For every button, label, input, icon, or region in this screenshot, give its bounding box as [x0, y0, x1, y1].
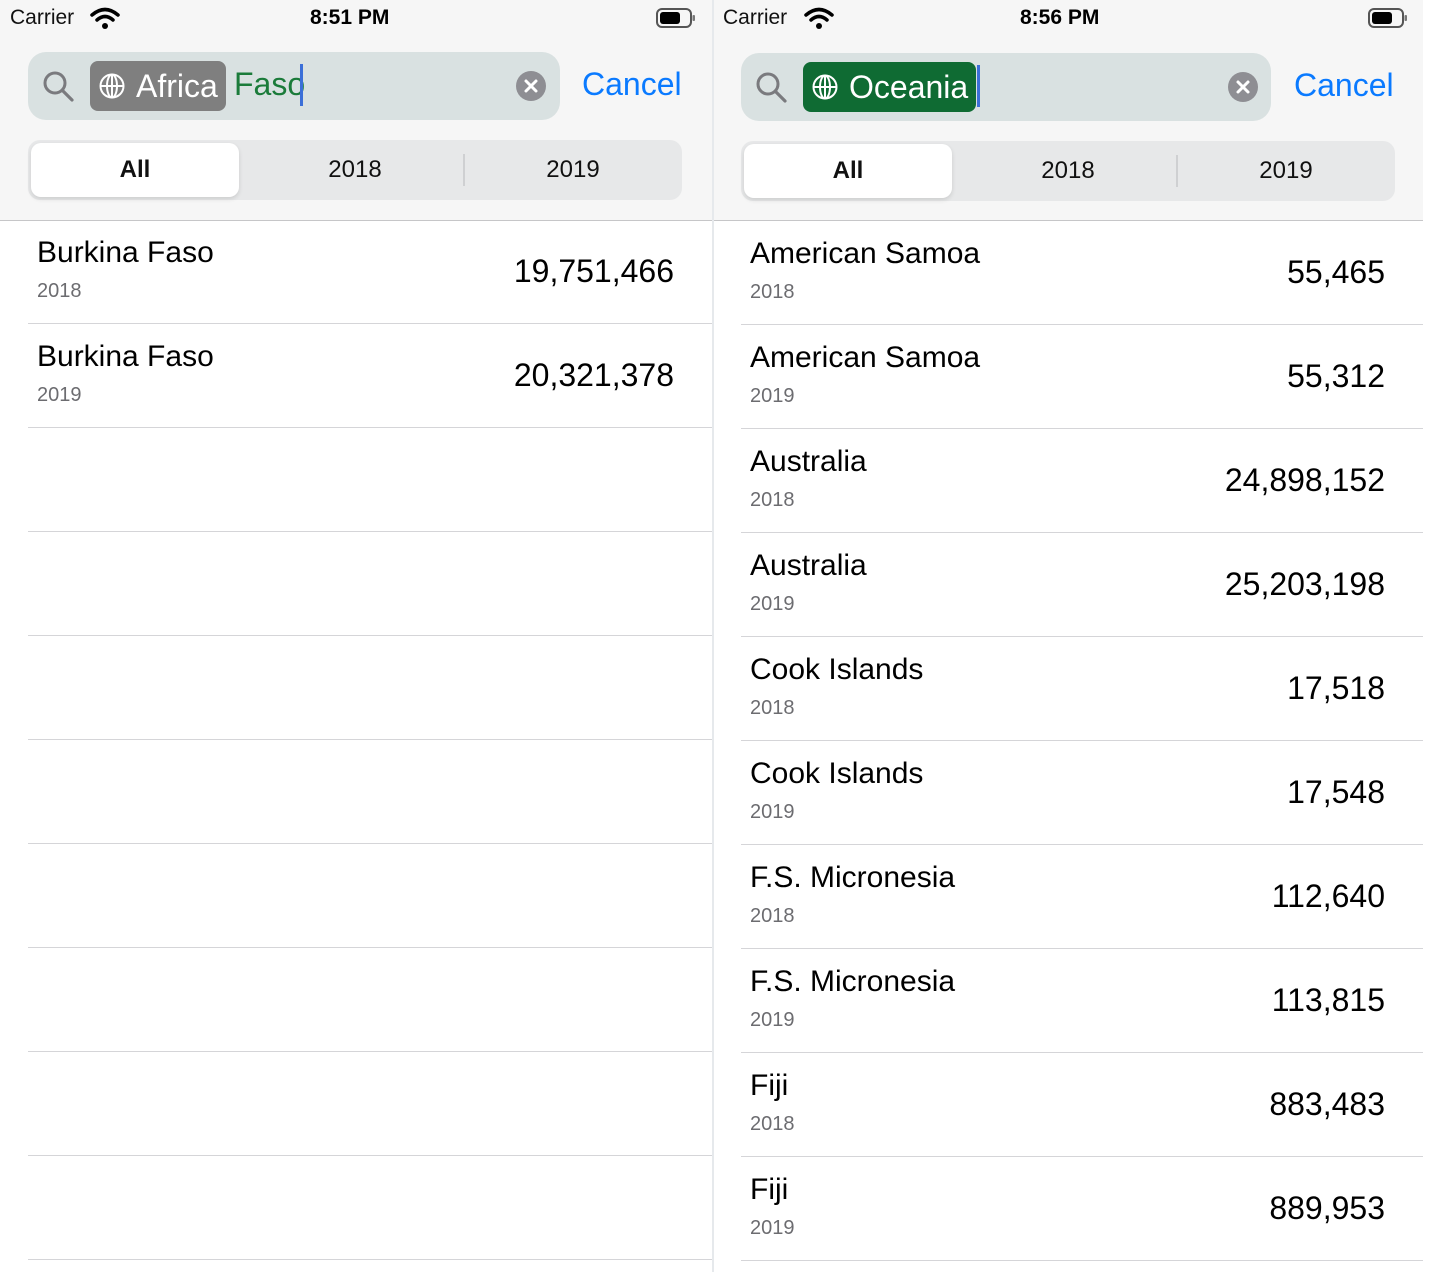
row-country: Fiji: [750, 1069, 789, 1102]
list-item[interactable]: Cook Islands 2018 17,518: [741, 637, 1423, 741]
list-item[interactable]: Burkina Faso 2018 19,751,466: [28, 220, 712, 324]
scope-option-2019[interactable]: 2019: [464, 140, 682, 200]
left-phone-screen: Carrier 8:51 PM Africa Faso Cancel All 2…: [0, 0, 712, 1272]
scope-option-all[interactable]: All: [31, 143, 239, 197]
search-token-africa[interactable]: Africa: [90, 61, 226, 111]
row-population: 17,548: [1287, 774, 1385, 810]
row-population: 20,321,378: [513, 357, 674, 393]
search-token-label: Africa: [136, 67, 218, 104]
row-population: 24,898,152: [1224, 462, 1385, 498]
row-population: 113,815: [1271, 982, 1385, 1018]
empty-row: [28, 948, 712, 1052]
page-margin: [1423, 0, 1437, 1272]
row-country: Australia: [750, 549, 867, 582]
search-field[interactable]: Oceania: [741, 53, 1271, 121]
row-year: 2018: [750, 905, 795, 927]
row-population: 55,312: [1287, 358, 1385, 394]
row-population: 25,203,198: [1224, 566, 1385, 602]
wifi-icon: [90, 7, 120, 29]
list-item[interactable]: Australia 2018 24,898,152: [741, 429, 1423, 533]
right-phone-screen: Carrier 8:56 PM Oceania Cancel All 2018 …: [714, 0, 1423, 1272]
row-year: 2019: [750, 385, 795, 407]
scope-segmented-control: All 2018 2019: [741, 141, 1395, 201]
row-year: 2018: [37, 280, 82, 302]
row-year: 2019: [750, 1217, 795, 1239]
list-item[interactable]: F.S. Micronesia 2019 113,815: [741, 949, 1423, 1053]
list-item[interactable]: Australia 2019 25,203,198: [741, 533, 1423, 637]
status-bar: Carrier 8:56 PM: [714, 0, 1423, 38]
battery-icon: [656, 8, 695, 28]
row-country: Australia: [750, 445, 867, 478]
scope-option-2018[interactable]: 2018: [246, 140, 464, 200]
row-year: 2019: [750, 1009, 795, 1031]
row-country: F.S. Micronesia: [750, 861, 956, 894]
row-population: 883,483: [1269, 1086, 1385, 1122]
row-year: 2018: [750, 1113, 795, 1135]
row-population: 889,953: [1269, 1190, 1385, 1226]
row-country: Cook Islands: [750, 653, 924, 686]
row-year: 2019: [750, 593, 795, 615]
list-item[interactable]: Fiji 2018 883,483: [741, 1053, 1423, 1157]
row-country: American Samoa: [750, 237, 981, 270]
empty-row: [28, 636, 712, 740]
row-population: 19,751,466: [513, 253, 674, 289]
row-population: 112,640: [1271, 878, 1385, 914]
row-country: Fiji: [750, 1173, 789, 1206]
results-list: Burkina Faso 2018 19,751,466 Burkina Fas…: [0, 220, 712, 1260]
scope-option-2019[interactable]: 2019: [1177, 141, 1395, 201]
cancel-button[interactable]: Cancel: [1294, 67, 1394, 104]
empty-row: [28, 428, 712, 532]
search-icon: [43, 71, 74, 102]
row-country: F.S. Micronesia: [750, 965, 956, 998]
wifi-icon: [804, 7, 834, 29]
empty-row: [28, 532, 712, 636]
row-year: 2018: [750, 489, 795, 511]
scope-option-2018[interactable]: 2018: [959, 141, 1177, 201]
list-item[interactable]: Fiji 2019 889,953: [741, 1157, 1423, 1261]
row-year: 2019: [37, 384, 82, 406]
search-header: Carrier 8:56 PM Oceania Cancel All 2018 …: [714, 0, 1423, 221]
carrier-label: Carrier: [10, 6, 75, 29]
row-country: Burkina Faso: [37, 236, 214, 269]
empty-row: [28, 1052, 712, 1156]
list-item[interactable]: American Samoa 2018 55,465: [741, 221, 1423, 325]
globe-icon: [812, 74, 838, 100]
search-token-oceania[interactable]: Oceania: [803, 62, 977, 112]
scope-segmented-control: All 2018 2019: [28, 140, 682, 200]
clear-search-icon[interactable]: [516, 71, 546, 101]
search-typed-text[interactable]: Faso: [234, 66, 305, 103]
empty-row: [28, 740, 712, 844]
search-field[interactable]: Africa Faso: [28, 52, 560, 120]
row-country: Burkina Faso: [37, 340, 214, 373]
row-population: 17,518: [1287, 670, 1385, 706]
search-header: Carrier 8:51 PM Africa Faso Cancel All 2…: [0, 0, 712, 221]
scope-option-all[interactable]: All: [744, 144, 952, 198]
carrier-label: Carrier: [723, 6, 788, 29]
list-item[interactable]: American Samoa 2019 55,312: [741, 325, 1423, 429]
cancel-button[interactable]: Cancel: [582, 66, 682, 103]
row-year: 2018: [750, 697, 795, 719]
empty-row: [28, 844, 712, 948]
results-list: American Samoa 2018 55,465 American Samo…: [714, 221, 1423, 1261]
clear-search-icon[interactable]: [1228, 72, 1258, 102]
search-token-label: Oceania: [849, 68, 969, 105]
battery-icon: [1368, 8, 1407, 28]
row-country: American Samoa: [750, 341, 981, 374]
row-year: 2018: [750, 281, 795, 303]
row-year: 2019: [750, 801, 795, 823]
row-population: 55,465: [1287, 254, 1385, 290]
text-caret: [977, 65, 980, 107]
row-country: Cook Islands: [750, 757, 924, 790]
list-item[interactable]: F.S. Micronesia 2018 112,640: [741, 845, 1423, 949]
search-icon: [756, 72, 787, 103]
status-time: 8:51 PM: [310, 6, 390, 29]
list-item[interactable]: Burkina Faso 2019 20,321,378: [28, 324, 712, 428]
status-bar: Carrier 8:51 PM: [0, 0, 712, 38]
list-item[interactable]: Cook Islands 2019 17,548: [741, 741, 1423, 845]
status-time: 8:56 PM: [1020, 6, 1100, 29]
text-caret: [300, 64, 303, 106]
empty-row: [28, 1156, 712, 1260]
globe-icon: [99, 73, 125, 99]
